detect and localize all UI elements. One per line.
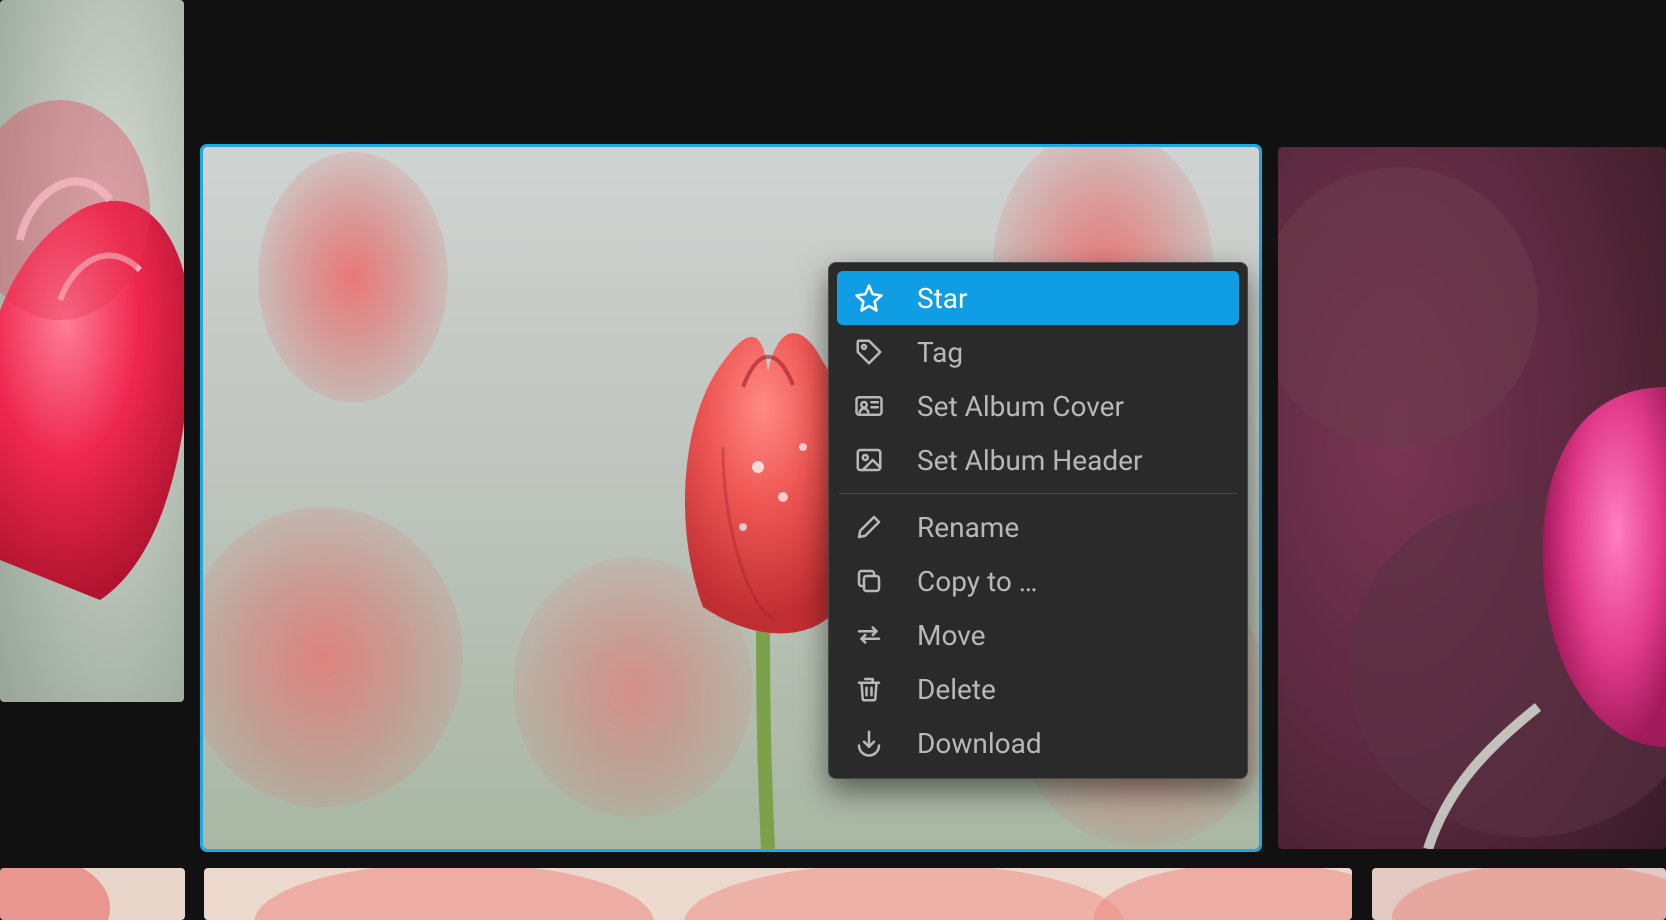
photo-tile-3[interactable]	[0, 868, 185, 920]
star-icon	[851, 280, 887, 316]
menu-item-set-album-header[interactable]: Set Album Header	[837, 433, 1239, 487]
id-card-icon	[851, 388, 887, 424]
tag-icon	[851, 334, 887, 370]
copy-icon	[851, 563, 887, 599]
menu-item-rename[interactable]: Rename	[837, 500, 1239, 554]
pencil-icon	[851, 509, 887, 545]
photo-tile-2[interactable]	[1278, 147, 1666, 849]
menu-item-label: Copy to …	[917, 565, 1038, 598]
trash-icon	[851, 671, 887, 707]
gallery-canvas: Star Tag Set Album Cover Set Album Heade…	[0, 0, 1666, 920]
menu-item-label: Star	[917, 282, 968, 315]
menu-item-label: Rename	[917, 511, 1019, 544]
download-icon	[851, 725, 887, 761]
menu-separator	[839, 493, 1237, 494]
menu-item-label: Move	[917, 619, 985, 652]
menu-item-delete[interactable]: Delete	[837, 662, 1239, 716]
photo-tile-4[interactable]	[204, 868, 1352, 920]
swap-icon	[851, 617, 887, 653]
menu-item-download[interactable]: Download	[837, 716, 1239, 770]
menu-item-tag[interactable]: Tag	[837, 325, 1239, 379]
menu-item-label: Delete	[917, 673, 996, 706]
menu-item-copy-to[interactable]: Copy to …	[837, 554, 1239, 608]
menu-item-star[interactable]: Star	[837, 271, 1239, 325]
photo-tile-0[interactable]	[0, 0, 184, 702]
menu-item-label: Set Album Cover	[917, 390, 1124, 423]
menu-item-set-album-cover[interactable]: Set Album Cover	[837, 379, 1239, 433]
menu-item-label: Set Album Header	[917, 444, 1143, 477]
photo-tile-5[interactable]	[1372, 868, 1666, 920]
image-icon	[851, 442, 887, 478]
menu-item-label: Tag	[917, 336, 963, 369]
menu-item-move[interactable]: Move	[837, 608, 1239, 662]
menu-item-label: Download	[917, 727, 1042, 760]
photo-context-menu: Star Tag Set Album Cover Set Album Heade…	[828, 262, 1248, 779]
